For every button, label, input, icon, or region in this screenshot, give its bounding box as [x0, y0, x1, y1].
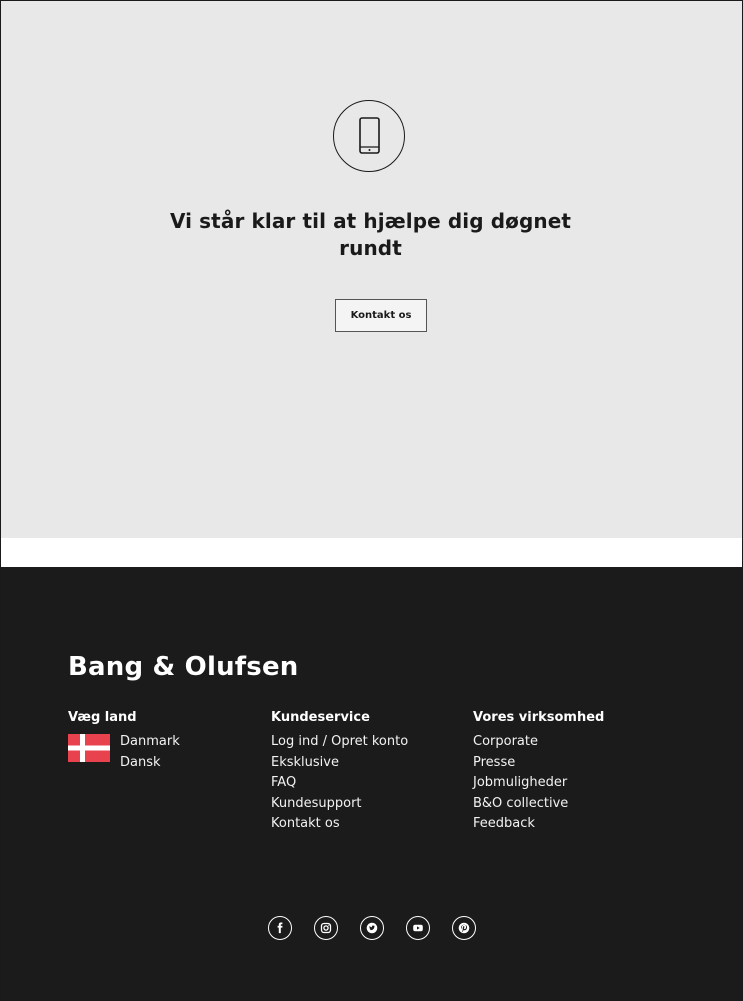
footer: Bang & Olufsen Væg land Danmark Dansk Ku… [1, 567, 742, 1000]
customer-service-heading: Kundeservice [271, 710, 370, 725]
link-corporate[interactable]: Corporate [473, 732, 604, 753]
link-feedback[interactable]: Feedback [473, 814, 604, 835]
link-exclusive[interactable]: Eksklusive [271, 753, 408, 774]
link-collective[interactable]: B&O collective [473, 794, 604, 815]
link-contact[interactable]: Kontakt os [271, 814, 408, 835]
facebook-icon[interactable] [267, 916, 292, 940]
instagram-icon[interactable] [313, 916, 338, 940]
mobile-phone-icon [333, 100, 405, 172]
section-divider [1, 538, 742, 567]
company-heading: Vores virksomhed [473, 710, 605, 725]
customer-service-column: Kundeservice Log ind / Opret konto Ekskl… [271, 710, 408, 835]
company-column: Vores virksomhed Corporate Presse Jobmul… [473, 710, 604, 835]
country-name: Danmark [120, 734, 180, 749]
country-heading: Væg land [68, 710, 137, 725]
link-press[interactable]: Presse [473, 753, 604, 774]
link-jobs[interactable]: Jobmuligheder [473, 773, 604, 794]
country-column: Væg land Danmark Dansk [68, 710, 180, 773]
link-faq[interactable]: FAQ [271, 773, 408, 794]
language-name: Dansk [120, 754, 161, 770]
youtube-icon[interactable] [405, 916, 430, 940]
hero-title: Vi står klar til at hjælpe dig døgnet ru… [169, 209, 572, 260]
denmark-flag-icon [68, 734, 110, 762]
pinterest-icon[interactable] [451, 916, 476, 940]
social-links [1, 916, 742, 940]
page: Vi står klar til at hjælpe dig døgnet ru… [0, 0, 743, 1001]
link-login[interactable]: Log ind / Opret konto [271, 732, 408, 753]
country-selector[interactable]: Danmark Dansk [68, 732, 180, 773]
twitter-icon[interactable] [359, 916, 384, 940]
link-support[interactable]: Kundesupport [271, 794, 408, 815]
contact-us-button[interactable]: Kontakt os [335, 299, 427, 332]
support-hero: Vi står klar til at hjælpe dig døgnet ru… [1, 1, 742, 538]
brand-logo[interactable]: Bang & Olufsen [68, 652, 299, 682]
